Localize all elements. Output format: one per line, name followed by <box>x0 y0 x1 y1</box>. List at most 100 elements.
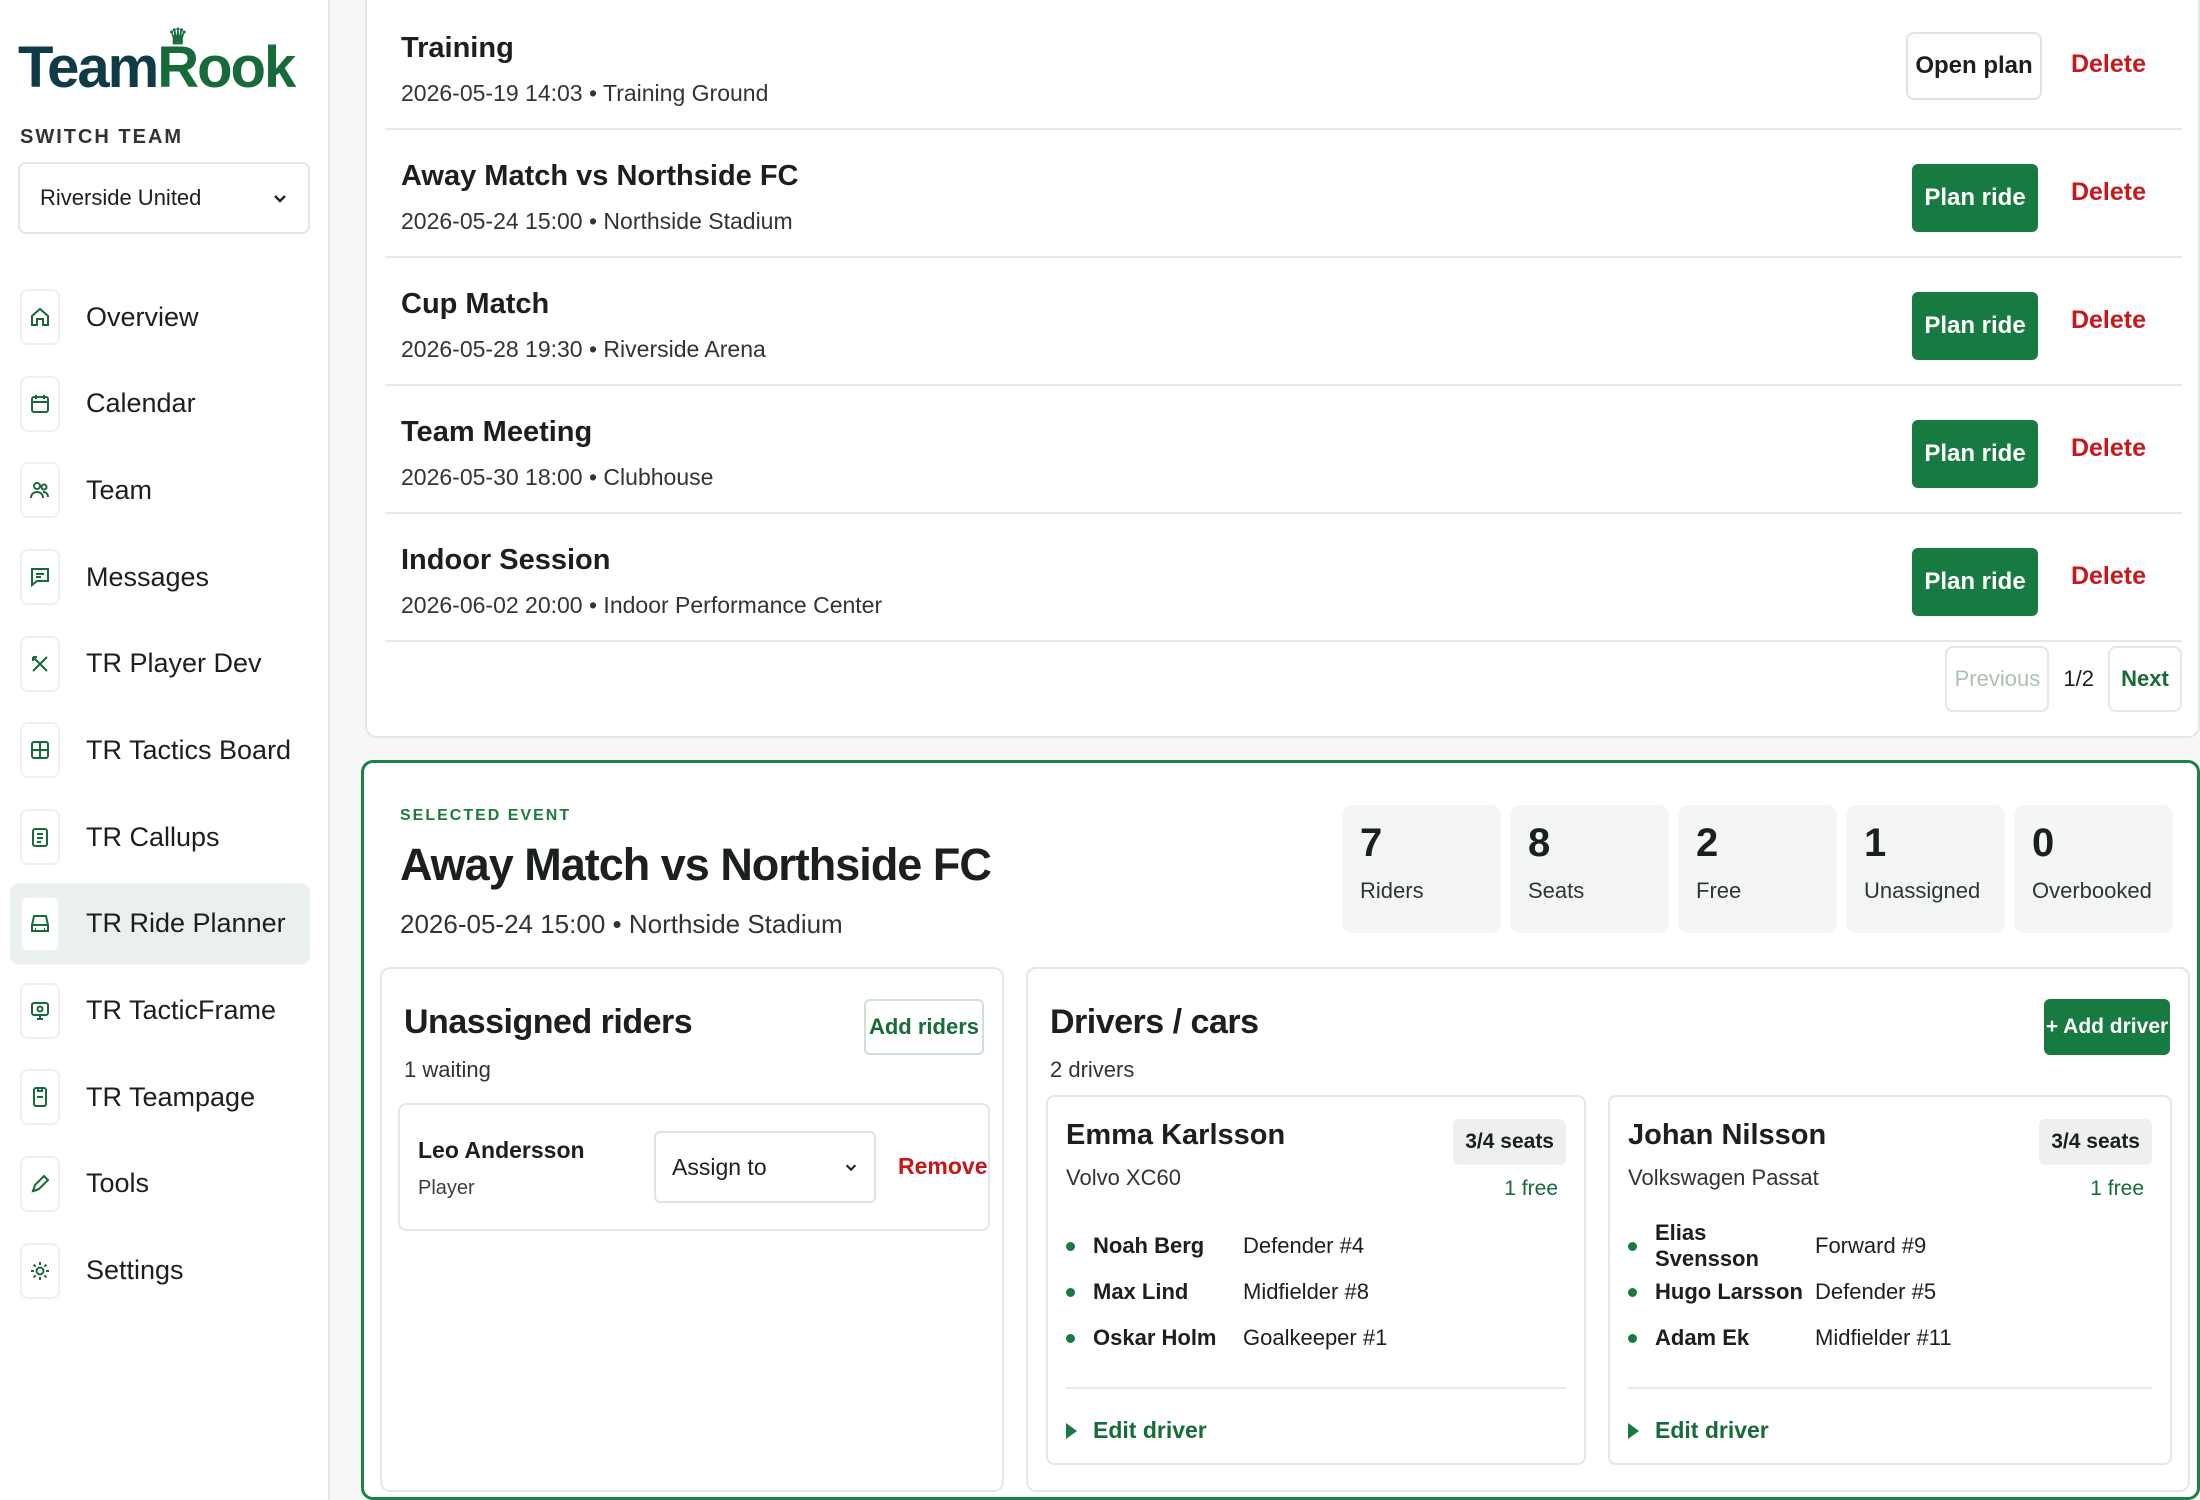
sidebar-item-tr-tacticframe[interactable]: TR TacticFrame <box>10 970 310 1052</box>
passenger-row: Oskar Holm Goalkeeper #1 <box>1066 1323 1387 1353</box>
selected-event-title: Away Match vs Northside FC <box>400 839 992 890</box>
car-model: Volvo XC60 <box>1066 1165 1181 1190</box>
stat-overbooked: 0 Overbooked <box>2014 805 2173 933</box>
passenger-name: Max Lind <box>1093 1279 1189 1304</box>
passenger-name: Noah Berg <box>1093 1233 1205 1258</box>
driver-name: Johan Nilsson <box>1628 1119 1827 1151</box>
sidebar-item-calendar[interactable]: Calendar <box>10 363 310 445</box>
passenger-dot <box>1066 1287 1075 1297</box>
edit-driver-label: Edit driver <box>1655 1417 1769 1443</box>
drivers-panel: Drivers / cars 2 drivers + Add driver Em… <box>1026 967 2190 1492</box>
teamrook-logo[interactable]: TeamRook ♛ <box>18 24 296 101</box>
chevron-down-icon <box>845 1164 857 1172</box>
sidebar-item-tr-callups[interactable]: TR Callups <box>10 796 310 878</box>
car-icon <box>20 895 60 952</box>
calendar-icon <box>20 375 60 432</box>
sidebar-item-label: TR Teampage <box>86 1081 256 1112</box>
team-select[interactable]: Riverside United <box>18 162 310 234</box>
sidebar-item-label: Messages <box>86 561 210 592</box>
plan-ride-button[interactable]: Plan ride <box>1912 420 2038 488</box>
passenger-dot <box>1066 1333 1075 1343</box>
stat-label: Seats <box>1528 878 1585 903</box>
drivers-count: 2 drivers <box>1050 1057 1135 1082</box>
add-driver-button[interactable]: + Add driver <box>2044 999 2170 1055</box>
message-icon <box>20 549 60 606</box>
event-row[interactable]: Cup Match 2026-05-28 19:30 • Riverside A… <box>385 258 2182 386</box>
plan-ride-button[interactable]: Plan ride <box>1912 548 2038 616</box>
edit-driver-label: Edit driver <box>1093 1417 1207 1443</box>
stat-label: Unassigned <box>1864 878 1981 903</box>
users-icon <box>20 462 60 519</box>
event-row[interactable]: Away Match vs Northside FC 2026-05-24 15… <box>385 130 2182 258</box>
sidebar-item-label: TR TacticFrame <box>86 995 277 1025</box>
caret-right-icon <box>1066 1422 1077 1439</box>
add-riders-button[interactable]: Add riders <box>864 999 984 1055</box>
sidebar-item-label: TR Player Dev <box>86 648 262 679</box>
sidebar-item-label: Tools <box>86 1168 150 1199</box>
event-row[interactable]: Team Meeting 2026-05-30 18:00 • Clubhous… <box>385 386 2182 514</box>
delete-button[interactable]: Delete <box>2071 562 2146 591</box>
event-meta: 2026-05-28 19:30 • Riverside Arena <box>401 336 766 362</box>
chevron-down-icon <box>274 195 286 203</box>
event-row[interactable]: Indoor Session 2026-06-02 20:00 • Indoor… <box>385 514 2182 642</box>
sidebar-item-tr-tactics-board[interactable]: TR Tactics Board <box>10 709 310 791</box>
open-plan-button[interactable]: Open plan <box>1906 32 2042 100</box>
delete-button[interactable]: Delete <box>2071 178 2146 207</box>
event-title: Away Match vs Northside FC <box>401 160 799 192</box>
tools-cross-icon <box>20 635 60 692</box>
passenger-dot <box>1628 1241 1637 1251</box>
rider-card: Leo Andersson Player Assign to Remove <box>398 1103 990 1231</box>
sidebar-item-label: TR Tactics Board <box>86 734 292 765</box>
stat-seats: 8 Seats <box>1510 805 1669 933</box>
passenger-name: Elias Svensson <box>1655 1220 1759 1271</box>
unassigned-count: 1 waiting <box>404 1057 491 1082</box>
sidebar-item-label: TR Callups <box>86 821 220 852</box>
sidebar-item-team[interactable]: Team <box>10 449 310 531</box>
plan-ride-button[interactable]: Plan ride <box>1912 292 2038 360</box>
sidebar-item-messages[interactable]: Messages <box>10 536 310 618</box>
plan-ride-button[interactable]: Plan ride <box>1912 164 2038 232</box>
ride-stats: 7 Riders 8 Seats 2 Free 1 Unassigned 0 O… <box>1342 805 2173 933</box>
edit-driver-toggle[interactable]: Edit driver <box>1628 1417 1769 1444</box>
passenger-dot <box>1628 1287 1637 1297</box>
next-page-button[interactable]: Next <box>2108 646 2182 712</box>
free-seats: 1 free <box>2090 1177 2144 1200</box>
logo-text-team: Team <box>18 35 159 100</box>
switch-team-label: SWITCH TEAM <box>20 126 184 148</box>
delete-button[interactable]: Delete <box>2071 434 2146 463</box>
remove-rider-button[interactable]: Remove <box>898 1153 987 1180</box>
previous-page-button[interactable]: Previous <box>1945 646 2050 712</box>
sidebar-item-label: Overview <box>86 301 199 332</box>
sidebar-item-tr-teampage[interactable]: TR Teampage <box>10 1056 310 1138</box>
stat-value: 7 <box>1360 821 1383 865</box>
sidebar-item-settings[interactable]: Settings <box>10 1230 310 1312</box>
unassigned-riders-title: Unassigned riders <box>404 1003 693 1041</box>
passenger-role: Goalkeeper #1 <box>1243 1325 1388 1350</box>
passenger-role: Defender #4 <box>1243 1233 1365 1258</box>
passenger-name: Oskar Holm <box>1093 1325 1217 1350</box>
sidebar-item-tr-ride-planner[interactable]: TR Ride Planner <box>10 882 310 965</box>
selected-event-label: SELECTED EVENT <box>400 807 572 824</box>
event-row[interactable]: Training 2026-05-19 14:03 • Training Gro… <box>385 2 2182 130</box>
clipboard-icon <box>20 809 60 866</box>
event-title: Training <box>401 32 514 64</box>
delete-button[interactable]: Delete <box>2071 306 2146 335</box>
driver-card: Emma Karlsson Volvo XC60 3/4 seats 1 fre… <box>1046 1095 1586 1465</box>
assign-to-select[interactable]: Assign to <box>654 1131 876 1203</box>
passenger-row: Noah Berg Defender #4 <box>1066 1231 1364 1261</box>
sidebar-item-label: Team <box>86 474 153 505</box>
sidebar-item-tools[interactable]: Tools <box>10 1143 310 1225</box>
home-icon <box>20 289 60 345</box>
passenger-dot <box>1628 1333 1637 1343</box>
stat-free: 2 Free <box>1678 805 1837 933</box>
sidebar: TeamRook ♛ SWITCH TEAM Riverside United … <box>0 0 330 1500</box>
sidebar-item-tr-player-dev[interactable]: TR Player Dev <box>10 623 310 705</box>
event-meta: 2026-06-02 20:00 • Indoor Performance Ce… <box>401 592 883 618</box>
delete-button[interactable]: Delete <box>2071 50 2146 79</box>
divider <box>1628 1387 2152 1389</box>
sidebar-item-overview[interactable]: Overview <box>10 276 310 358</box>
pagination: Previous 1/2 Next <box>1945 646 2182 712</box>
assign-to-select-value: Assign to <box>672 1153 767 1180</box>
sidebar-item-label: TR Ride Planner <box>86 908 286 939</box>
edit-driver-toggle[interactable]: Edit driver <box>1066 1417 1207 1444</box>
